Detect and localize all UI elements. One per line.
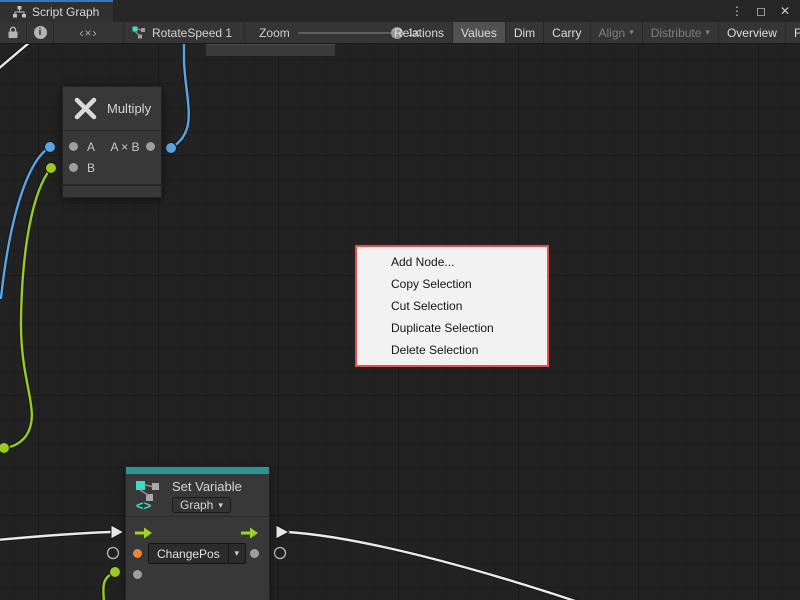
context-menu: Add Node... Copy Selection Cut Selection…: [355, 245, 549, 367]
set-variable-header-text: Set Variable Graph ▾: [172, 479, 242, 513]
multiply-node-body: A A × B B: [63, 130, 161, 184]
empty-port-indicator: [275, 548, 286, 559]
wire-endpoint-green: [46, 163, 57, 174]
full-screen-button[interactable]: Full Screen: [786, 22, 800, 43]
variable-name-value: ChangePos: [149, 544, 228, 563]
tab-script-graph[interactable]: Script Graph: [0, 0, 113, 22]
graph-breadcrumb[interactable]: RotateSpeed 1: [124, 22, 245, 43]
window-controls: ⋮ ◻ ✕: [730, 0, 800, 22]
toolbar-right-group: Relations Values Dim Carry Align ▾ Distr…: [386, 22, 800, 43]
value-input-port[interactable]: [133, 570, 142, 579]
flow-arrowhead-out: [276, 525, 289, 539]
port-label-result: A × B: [104, 140, 146, 154]
relations-button[interactable]: Relations: [386, 22, 453, 43]
multiply-node-header[interactable]: Multiply: [63, 87, 161, 130]
multiply-node[interactable]: Multiply A A × B B: [62, 86, 162, 198]
port-label-a: A: [87, 140, 95, 154]
wire-green-input-b[interactable]: [4, 168, 51, 448]
title-bar: Script Graph ⋮ ◻ ✕: [0, 0, 800, 22]
tab-title: Script Graph: [32, 5, 99, 19]
values-button[interactable]: Values: [453, 22, 506, 43]
svg-text:<>: <>: [136, 498, 152, 512]
multiply-node-footer: [63, 184, 161, 197]
node-title: Multiply: [107, 101, 151, 116]
port-row: B: [63, 157, 161, 178]
lock-icon: [7, 26, 19, 39]
value-output-port[interactable]: [250, 549, 259, 558]
control-input-arrow-icon[interactable]: [135, 527, 152, 539]
node-title: Set Variable: [172, 479, 242, 494]
carry-button[interactable]: Carry: [544, 22, 590, 43]
wire-blue-input-a[interactable]: [1, 147, 50, 298]
wire-endpoint-green: [0, 443, 10, 454]
port-label-b: B: [87, 161, 95, 175]
menu-item-add-node[interactable]: Add Node...: [357, 251, 547, 273]
zoom-label: Zoom: [259, 26, 290, 40]
chevron-down-icon: ▾: [228, 544, 245, 563]
toolbar-left-group: i ‹×› RotateSpeed 1 Zoom 1x: [0, 22, 419, 43]
set-variable-node[interactable]: <> Set Variable Graph ▾: [125, 466, 270, 600]
code-view-icon: ‹×›: [80, 26, 98, 40]
port-row: A A × B: [63, 136, 161, 157]
menu-item-copy-selection[interactable]: Copy Selection: [357, 273, 547, 295]
wire-endpoint-green: [110, 567, 121, 578]
overview-button[interactable]: Overview: [719, 22, 786, 43]
maximize-icon[interactable]: ◻: [754, 0, 768, 22]
output-port-result[interactable]: [146, 142, 155, 151]
graph-canvas[interactable]: Multiply A A × B B: [0, 44, 800, 600]
graph-node-icon: [132, 26, 146, 39]
variable-kind-dropdown[interactable]: Graph ▾: [172, 497, 231, 513]
menu-item-cut-selection[interactable]: Cut Selection: [357, 295, 547, 317]
set-variable-icon: <>: [135, 479, 165, 512]
menu-item-duplicate-selection[interactable]: Duplicate Selection: [357, 317, 547, 339]
set-variable-node-body: ChangePos ▾: [126, 516, 269, 585]
breadcrumb-label: RotateSpeed 1: [152, 26, 232, 40]
control-output-arrow-icon[interactable]: [241, 527, 258, 539]
wire-endpoint-blue: [166, 143, 177, 154]
info-icon: i: [34, 26, 47, 39]
chevron-down-icon: ▾: [218, 501, 223, 510]
code-view-button[interactable]: ‹×›: [54, 22, 124, 43]
input-port-b[interactable]: [69, 163, 78, 172]
node-accent-bar: [126, 467, 269, 474]
align-button[interactable]: Align ▾: [591, 22, 643, 43]
multiply-icon: [72, 95, 99, 122]
graph-toolbar: i ‹×› RotateSpeed 1 Zoom 1x: [0, 22, 800, 44]
zoom-slider[interactable]: [298, 32, 400, 34]
empty-port-indicator: [108, 548, 119, 559]
variable-name-port[interactable]: [133, 549, 142, 558]
flow-arrowhead-in: [111, 525, 124, 539]
variable-name-dropdown[interactable]: ChangePos ▾: [148, 543, 246, 564]
set-variable-node-footer: [125, 587, 270, 600]
window-menu-icon[interactable]: ⋮: [730, 0, 744, 22]
menu-item-delete-selection[interactable]: Delete Selection: [357, 339, 547, 361]
set-variable-node-header[interactable]: <> Set Variable Graph ▾: [126, 474, 269, 516]
chevron-down-icon: ▾: [629, 28, 634, 37]
chevron-down-icon: ▾: [705, 28, 710, 37]
graph-tree-icon: [13, 6, 26, 18]
wire-endpoint-blue: [45, 142, 56, 153]
close-icon[interactable]: ✕: [778, 0, 792, 22]
distribute-button[interactable]: Distribute ▾: [643, 22, 719, 43]
script-graph-window: Script Graph ⋮ ◻ ✕ i ‹×›: [0, 0, 800, 600]
input-port-a[interactable]: [69, 142, 78, 151]
dim-button[interactable]: Dim: [506, 22, 544, 43]
lock-button[interactable]: [0, 22, 27, 43]
info-button[interactable]: i: [27, 22, 54, 43]
